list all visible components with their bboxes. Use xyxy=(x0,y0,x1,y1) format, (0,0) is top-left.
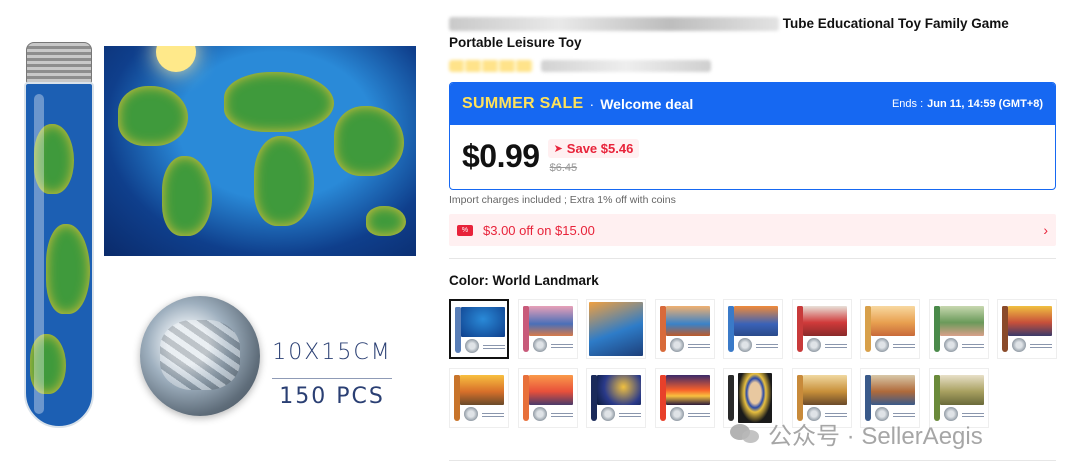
color-swatch-8[interactable] xyxy=(928,299,989,359)
color-swatch-world-landmark[interactable] xyxy=(449,299,509,359)
pieces-label: 150 PCS xyxy=(279,384,385,409)
puzzle-pieces-image xyxy=(140,296,260,416)
wechat-icon xyxy=(730,422,760,446)
color-swatch-12[interactable] xyxy=(586,368,646,428)
color-swatch-13[interactable] xyxy=(654,368,715,428)
size-label: 10X15CM xyxy=(272,340,392,365)
welcome-deal-label: Welcome deal xyxy=(600,96,694,112)
color-swatch-4[interactable] xyxy=(654,299,715,359)
color-swatch-7[interactable] xyxy=(860,299,920,359)
color-swatches xyxy=(449,299,1057,428)
world-map-puzzle-image xyxy=(104,46,416,256)
import-note: Import charges included ; Extra 1% off w… xyxy=(449,194,676,206)
coupon-text: $3.00 off on $15.00 xyxy=(483,222,595,238)
current-price: $0.99 xyxy=(462,138,540,174)
blurred-review-meta xyxy=(541,60,711,72)
original-price: $6.45 xyxy=(549,162,578,174)
sale-separator: · xyxy=(589,96,595,112)
product-title-visible: Tube Educational Toy Family Game xyxy=(782,16,1009,31)
size-divider xyxy=(272,378,392,379)
coupon-row[interactable]: % $3.00 off on $15.00 › xyxy=(449,214,1056,246)
sale-name: SUMMER SALE xyxy=(462,95,584,112)
puzzle-tube-image xyxy=(24,42,94,428)
color-swatch-2[interactable] xyxy=(517,299,578,359)
tag-icon: ➤ xyxy=(553,143,563,155)
chevron-right-icon[interactable]: › xyxy=(1043,222,1048,238)
tube-body xyxy=(24,82,94,428)
product-title: Tube Educational Toy Family Game Portabl… xyxy=(449,14,1057,52)
color-swatch-3[interactable] xyxy=(586,299,646,359)
rating-row xyxy=(449,58,1057,74)
color-label: Color: World Landmark xyxy=(449,273,599,288)
summer-sale-box: SUMMER SALE · Welcome deal Ends : Jun 11,… xyxy=(449,82,1056,190)
color-swatch-5[interactable] xyxy=(723,299,783,359)
color-swatch-9[interactable] xyxy=(997,299,1057,359)
price-area: $0.99 ➤ Save $5.46 $6.45 xyxy=(450,125,1055,189)
divider xyxy=(449,258,1056,259)
product-details: Tube Educational Toy Family Game Portabl… xyxy=(449,14,1057,428)
color-swatch-10[interactable] xyxy=(449,368,509,428)
tube-cap xyxy=(26,42,92,84)
color-swatch-11[interactable] xyxy=(517,368,578,428)
coupon-ticket-icon: % xyxy=(457,224,473,236)
ends-value: Jun 11, 14:59 (GMT+8) xyxy=(927,98,1043,110)
save-badge: ➤ Save $5.46 xyxy=(547,139,640,158)
blurred-rating-stars xyxy=(449,60,533,72)
product-title-line2: Portable Leisure Toy xyxy=(449,35,582,50)
ends-label: Ends : xyxy=(891,98,924,110)
watermark-text: 公众号 · SellerAegis xyxy=(768,423,983,450)
watermark: 公众号 · SellerAegis xyxy=(730,416,983,451)
product-main-image[interactable]: 10X15CM 150 PCS xyxy=(0,0,440,474)
blurred-title-text xyxy=(449,17,779,32)
sun-illustration xyxy=(156,46,196,72)
sale-banner: SUMMER SALE · Welcome deal Ends : Jun 11,… xyxy=(450,83,1055,125)
color-swatch-6[interactable] xyxy=(791,299,852,359)
bottom-divider xyxy=(449,460,1056,461)
save-text: Save $5.46 xyxy=(566,141,634,156)
sale-ends: Ends : Jun 11, 14:59 (GMT+8) xyxy=(892,98,1043,110)
